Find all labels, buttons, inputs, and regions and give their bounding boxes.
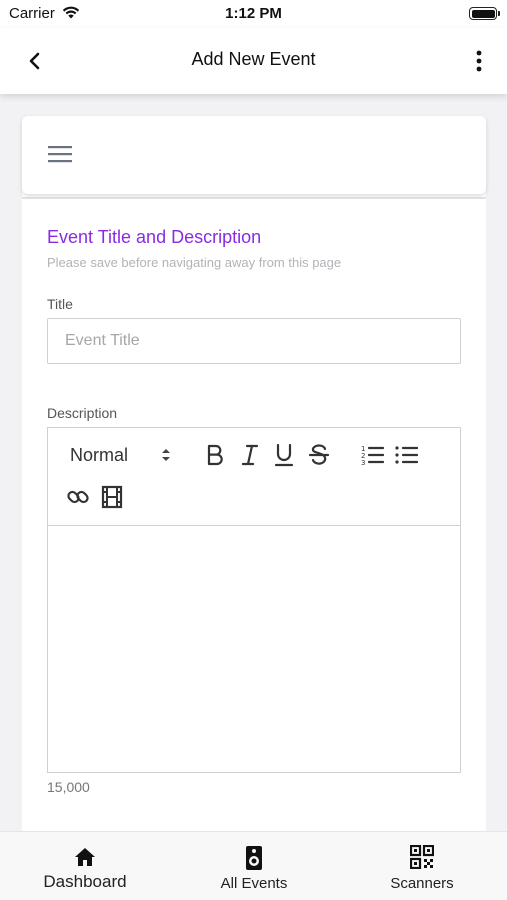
format-select[interactable]: Normal [68,444,176,466]
more-vertical-icon[interactable] [469,48,489,74]
format-select-value: Normal [70,445,129,465]
nav-scanners[interactable]: Scanners [367,832,477,900]
speaker-icon [246,846,262,870]
bullet-list-icon[interactable] [394,443,418,467]
hamburger-icon[interactable] [48,144,72,164]
qr-code-icon [410,845,434,869]
status-bar: Carrier 1:12 PM [0,0,507,28]
nav-dashboard[interactable]: Dashboard [30,832,140,900]
strikethrough-icon[interactable] [307,443,331,467]
nav-all-events[interactable]: All Events [199,832,309,900]
event-title-input[interactable] [47,318,461,364]
character-count: 15,000 [47,779,90,795]
description-label: Description [47,405,118,421]
bold-icon[interactable] [203,443,227,467]
app-header: Add New Event [0,28,507,94]
ordered-list-icon[interactable]: 1 2 3 [360,443,384,467]
battery-icon [469,7,500,20]
nav-dashboard-label: Dashboard [43,872,127,891]
description-editor-body[interactable] [48,527,460,772]
nav-scanners-label: Scanners [390,875,454,892]
svg-text:3: 3 [361,459,365,467]
select-arrows-icon [162,449,170,461]
nav-all-events-label: All Events [220,875,288,892]
title-label: Title [47,296,73,312]
video-icon[interactable] [100,485,124,509]
section-title: Event Title and Description [47,227,262,247]
underline-icon[interactable] [272,443,296,467]
section-divider [22,197,486,199]
editor-toolbar: Normal 1 2 3 [48,428,460,526]
link-icon[interactable] [66,485,90,509]
description-editor: Normal 1 2 3 [47,427,461,773]
page-title: Add New Event [191,49,316,69]
bottom-nav: Dashboard All Events Scanners [0,831,507,900]
section-subtitle: Please save before navigating away from … [47,255,342,270]
home-icon [75,848,95,866]
status-time: 1:12 PM [225,5,282,22]
form-toolbar [22,116,486,194]
italic-icon[interactable] [238,443,262,467]
